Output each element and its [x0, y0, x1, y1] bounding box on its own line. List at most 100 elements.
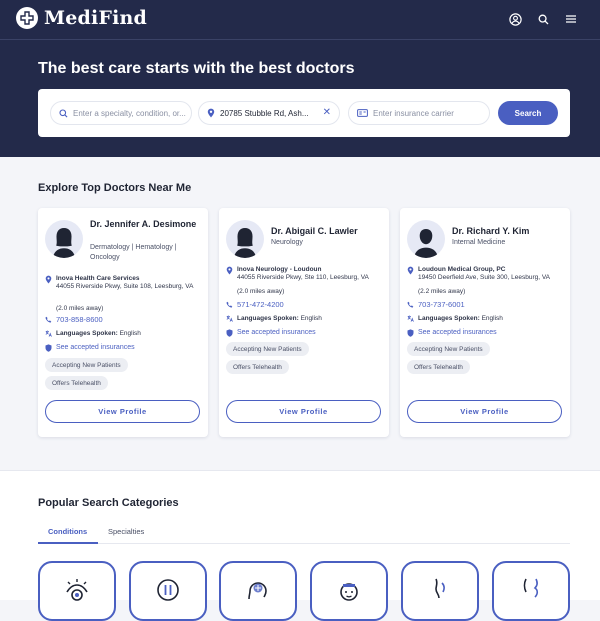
male-avatar-icon [407, 220, 445, 258]
accepted-insurances-link[interactable]: See accepted insurances [56, 344, 203, 352]
doctor-specialty: Neurology [271, 239, 303, 246]
doctor-card: Dr. Abigail C. Lawler Neurology Inova Ne… [219, 208, 389, 437]
brain-icon [243, 575, 273, 619]
insurance-input[interactable]: Enter insurance carrier [348, 101, 490, 125]
doctor-name[interactable]: Dr. Jennifer A. Desimone [90, 218, 202, 230]
insurance-row: See accepted insurances [407, 329, 565, 337]
category-body[interactable] [401, 561, 479, 621]
doctor-card: Dr. Jennifer A. Desimone Dermatology | H… [38, 208, 208, 437]
distance-text: (2.0 miles away) [56, 305, 104, 312]
distance-text: (2.0 miles away) [237, 288, 285, 295]
phone-icon [226, 301, 233, 311]
section-title: Popular Search Categories [38, 497, 179, 509]
view-profile-button[interactable]: View Profile [226, 400, 381, 423]
view-profile-button[interactable]: View Profile [407, 400, 562, 423]
clear-location-icon[interactable]: ✕ [323, 108, 331, 118]
location-pin-icon [226, 266, 233, 278]
shield-icon [226, 329, 233, 340]
doctor-name[interactable]: Dr. Richard Y. Kim [452, 225, 564, 237]
explore-section: Explore Top Doctors Near Me Dr. Jennifer… [0, 157, 600, 470]
accepting-patients-badge: Accepting New Patients [45, 358, 128, 372]
phone-row: 571-472-4200 [226, 301, 384, 309]
insurance-placeholder: Enter insurance carrier [373, 108, 454, 118]
phone-icon [407, 301, 414, 311]
doctor-card: Dr. Richard Y. Kim Internal Medicine Lou… [400, 208, 570, 437]
location-pin-icon [207, 108, 215, 118]
phone-link[interactable]: 703-737-6001 [418, 301, 565, 309]
category-brain[interactable] [219, 561, 297, 621]
active-tab-indicator [38, 542, 98, 544]
shield-icon [407, 329, 414, 340]
section-title: Explore Top Doctors Near Me [38, 182, 192, 194]
practice-name: Inova Neurology - Loudoun [237, 266, 322, 273]
pregnancy-icon [516, 575, 546, 619]
search-panel: Enter a specialty, condition, or... 2078… [38, 89, 570, 137]
distance-text: (2.2 miles away) [418, 288, 466, 295]
address-text: 19450 Deerfield Ave, Suite 300, Leesburg… [418, 274, 551, 281]
search-button[interactable]: Search [498, 101, 558, 125]
phone-row: 703-737-6001 [407, 301, 565, 309]
accepted-insurances-link[interactable]: See accepted insurances [237, 329, 384, 337]
doctor-specialty: Dermatology | Hematology | Oncology [90, 244, 177, 261]
specialty-search-input[interactable]: Enter a specialty, condition, or... [50, 101, 192, 125]
view-profile-button[interactable]: View Profile [45, 400, 200, 423]
category-pause[interactable] [129, 561, 207, 621]
top-nav: MediFind [0, 0, 600, 40]
hero-section: The best care starts with the best docto… [0, 40, 600, 157]
location-pin-icon [45, 275, 52, 287]
tab-specialties[interactable]: Specialties [108, 527, 144, 536]
menu-icon[interactable] [564, 12, 578, 26]
languages-value: English [481, 315, 503, 322]
languages-row: Languages Spoken: English [226, 315, 384, 323]
hero-title: The best care starts with the best docto… [38, 60, 355, 77]
language-icon [45, 330, 52, 340]
languages-label: Languages Spoken: [237, 315, 299, 322]
phone-link[interactable]: 571-472-4200 [237, 301, 384, 309]
insurance-row: See accepted insurances [226, 329, 384, 337]
category-eye[interactable] [38, 561, 116, 621]
eye-icon [62, 575, 92, 619]
languages-row: Languages Spoken: English [45, 330, 203, 338]
category-pediatrics[interactable] [310, 561, 388, 621]
search-icon [59, 108, 68, 118]
languages-label: Languages Spoken: [418, 315, 480, 322]
accepting-patients-badge: Accepting New Patients [226, 342, 309, 356]
baby-icon [334, 575, 364, 619]
practice-name: Inova Health Care Services [56, 275, 140, 282]
insurance-row: See accepted insurances [45, 344, 203, 352]
practice-address: Loudoun Medical Group, PC 19450 Deerfield… [407, 266, 565, 282]
specialty-placeholder: Enter a specialty, condition, or... [73, 108, 186, 118]
logo-mark-icon [16, 7, 38, 29]
popular-categories-section: Popular Search Categories Conditions Spe… [0, 470, 600, 621]
search-icon[interactable] [536, 12, 550, 26]
address-text: 44055 Riverside Pkwy, Suite 108, Leesbur… [56, 283, 194, 290]
location-pin-icon [407, 266, 414, 278]
languages-value: English [300, 315, 322, 322]
category-pregnancy[interactable] [492, 561, 570, 621]
telehealth-badge: Offers Telehealth [45, 376, 108, 390]
telehealth-badge: Offers Telehealth [407, 360, 470, 374]
location-input[interactable]: 20785 Stubble Rd, Ash... ✕ [198, 101, 340, 125]
female-avatar-icon [45, 220, 83, 258]
doctor-name[interactable]: Dr. Abigail C. Lawler [271, 225, 383, 237]
accepted-insurances-link[interactable]: See accepted insurances [418, 329, 565, 337]
languages-value: English [119, 330, 141, 337]
phone-icon [45, 316, 52, 326]
brand-logo[interactable]: MediFind [16, 7, 147, 29]
phone-link[interactable]: 703-858-8600 [56, 316, 203, 324]
user-icon[interactable] [508, 12, 522, 26]
practice-name: Loudoun Medical Group, PC [418, 266, 506, 273]
category-tabs: Conditions Specialties [38, 522, 570, 544]
practice-address: Inova Neurology - Loudoun 44055 Riverside… [226, 266, 384, 282]
phone-row: 703-858-8600 [45, 316, 203, 324]
tab-conditions[interactable]: Conditions [48, 527, 87, 536]
language-icon [226, 315, 233, 325]
address-text: 44055 Riverside Pkwy, Ste 110, Leesburg,… [237, 274, 369, 281]
languages-label: Languages Spoken: [56, 330, 118, 337]
shield-icon [45, 344, 52, 355]
language-icon [407, 315, 414, 325]
location-value: 20785 Stubble Rd, Ash... [220, 108, 309, 118]
female-avatar-icon [226, 220, 264, 258]
practice-address: Inova Health Care Services 44055 Riversid… [45, 275, 203, 291]
accepting-patients-badge: Accepting New Patients [407, 342, 490, 356]
